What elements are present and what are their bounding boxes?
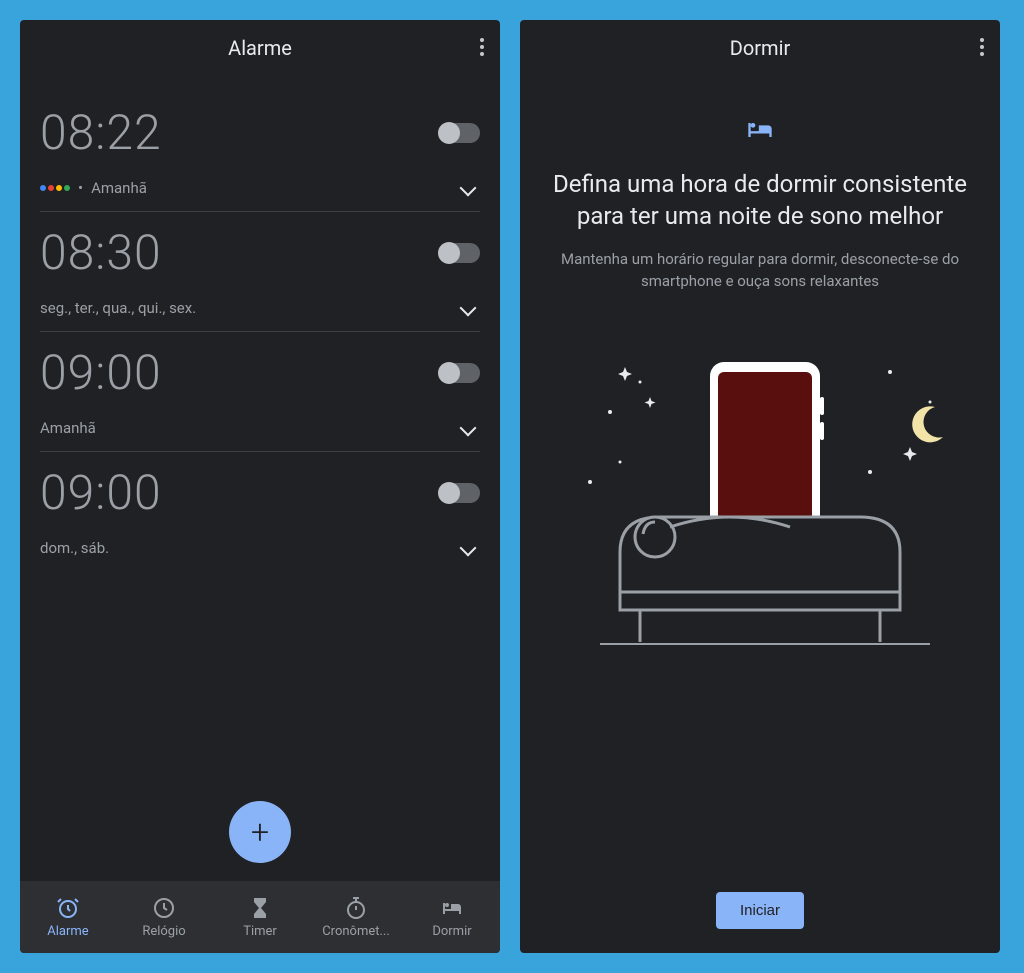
alarm-icon — [56, 896, 80, 920]
nav-alarm[interactable]: Alarme — [20, 881, 116, 953]
assistant-icon — [40, 185, 70, 191]
more-options-icon[interactable] — [980, 38, 984, 56]
nav-label: Dormir — [432, 924, 471, 939]
alarm-time[interactable]: 09:00 — [40, 344, 162, 401]
nav-label: Cronômet... — [322, 924, 390, 939]
start-button[interactable]: Iniciar — [716, 892, 804, 929]
alarm-toggle[interactable] — [440, 243, 480, 263]
alarm-item[interactable]: 08:30 seg., ter., qua., qui., sex. — [40, 212, 480, 332]
expand-icon[interactable] — [460, 300, 477, 317]
add-alarm-button[interactable]: + — [229, 801, 291, 863]
alarm-schedule: Amanhã — [40, 419, 96, 437]
expand-icon[interactable] — [460, 180, 477, 197]
nav-stopwatch[interactable]: Cronômet... — [308, 881, 404, 953]
bottom-navigation: Alarme Relógio Timer Cronômet... Dormir — [20, 881, 500, 953]
sleep-subtitle: Mantenha um horário regular para dormir,… — [548, 249, 972, 293]
page-title: Alarme — [228, 36, 292, 60]
hourglass-icon — [248, 896, 272, 920]
expand-icon[interactable] — [460, 540, 477, 557]
nav-timer[interactable]: Timer — [212, 881, 308, 953]
stopwatch-icon — [344, 896, 368, 920]
alarm-time[interactable]: 09:00 — [40, 464, 162, 521]
bed-icon — [746, 120, 774, 144]
bed-icon — [440, 896, 464, 920]
nav-label: Relógio — [142, 924, 185, 939]
alarm-toggle[interactable] — [440, 123, 480, 143]
alarm-schedule: seg., ter., qua., qui., sex. — [40, 299, 196, 317]
sleep-illustration — [548, 352, 972, 672]
alarm-schedule: dom., sáb. — [40, 539, 109, 557]
expand-icon[interactable] — [460, 420, 477, 437]
alarm-time[interactable]: 08:30 — [40, 224, 162, 281]
nav-clock[interactable]: Relógio — [116, 881, 212, 953]
alarm-screen: Alarme 08:22 • Amanhã — [20, 20, 500, 953]
more-options-icon[interactable] — [480, 38, 484, 56]
clock-icon — [152, 896, 176, 920]
nav-sleep[interactable]: Dormir — [404, 881, 500, 953]
alarm-toggle[interactable] — [440, 363, 480, 383]
nav-label: Alarme — [47, 924, 88, 939]
alarm-time[interactable]: 08:22 — [40, 104, 162, 161]
sleep-header: Dormir — [520, 20, 1000, 80]
alarm-item[interactable]: 09:00 Amanhã — [40, 332, 480, 452]
alarm-list: 08:22 • Amanhã 08:30 — [20, 80, 500, 881]
nav-label: Timer — [243, 924, 277, 939]
alarm-item[interactable]: 09:00 dom., sáb. — [40, 452, 480, 571]
alarm-header: Alarme — [20, 20, 500, 80]
page-title: Dormir — [730, 36, 791, 60]
alarm-schedule: • Amanhã — [40, 179, 147, 197]
alarm-item[interactable]: 08:22 • Amanhã — [40, 92, 480, 212]
sleep-screen: Dormir Defina uma hora de dormir consist… — [520, 20, 1000, 953]
sleep-heading: Defina uma hora de dormir consistente pa… — [548, 168, 972, 233]
sleep-content: Defina uma hora de dormir consistente pa… — [520, 80, 1000, 953]
alarm-toggle[interactable] — [440, 483, 480, 503]
